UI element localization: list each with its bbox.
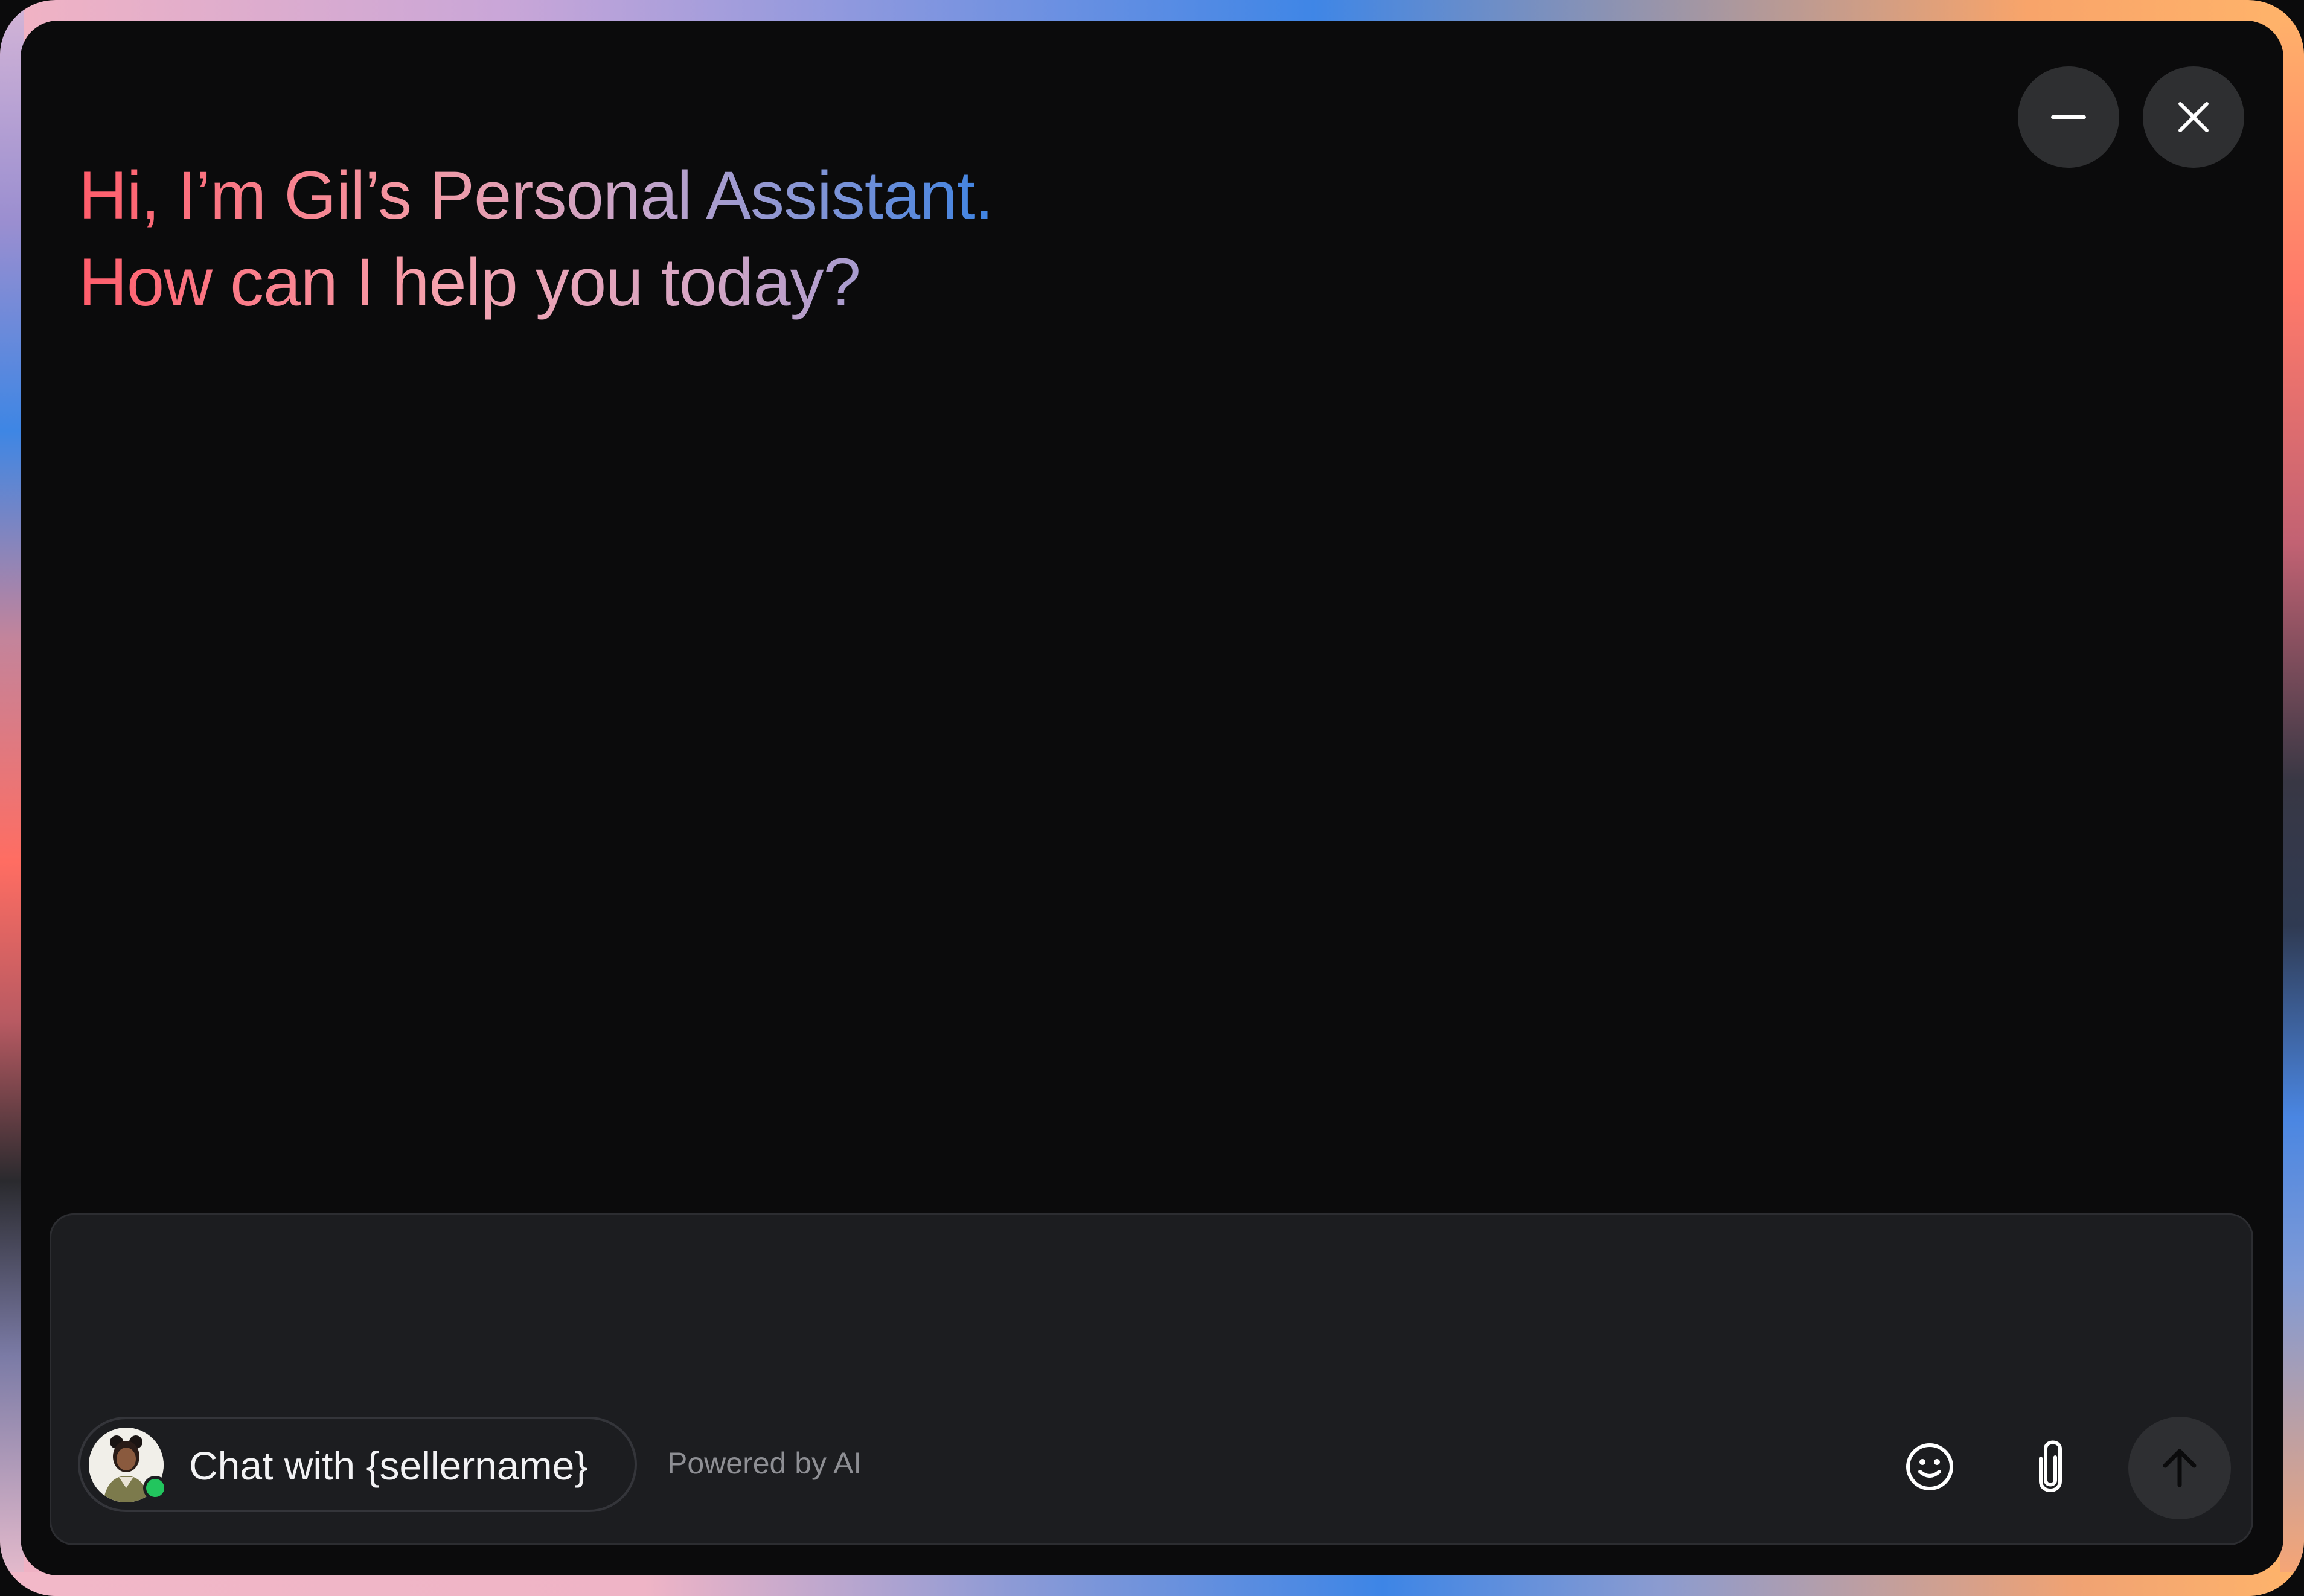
chat-with-seller-label: Chat with {sellername} [189,1443,588,1488]
greeting-heading: Hi, I’m Gil’s Personal Assistant. How ca… [78,152,994,326]
greeting-line-1: Hi, I’m Gil’s Personal Assistant. [78,152,994,239]
chat-with-seller-button[interactable]: Chat with {sellername} [78,1417,637,1512]
online-status-dot [143,1476,167,1500]
minus-icon [2051,115,2086,119]
smiley-icon [1906,1443,1953,1490]
powered-by-ai-label: Powered by AI [667,1446,862,1480]
emoji-button[interactable] [1896,1434,1963,1500]
close-icon [2178,102,2209,132]
send-button[interactable] [2128,1417,2231,1519]
arrow-up-icon [2163,1449,2197,1487]
frame-right-edge [2280,0,2304,1596]
message-composer: Chat with {sellername} Powered by AI [50,1213,2253,1545]
paperclip-icon [2039,1440,2062,1492]
message-input[interactable] [88,1239,2215,1387]
assistant-panel: Hi, I’m Gil’s Personal Assistant. How ca… [21,21,2283,1575]
attach-button[interactable] [2017,1434,2084,1500]
frame-bottom-edge [0,1572,2304,1596]
minimize-button[interactable] [2018,66,2119,168]
close-button[interactable] [2143,66,2244,168]
greeting-line-2: How can I help you today? [78,239,993,326]
